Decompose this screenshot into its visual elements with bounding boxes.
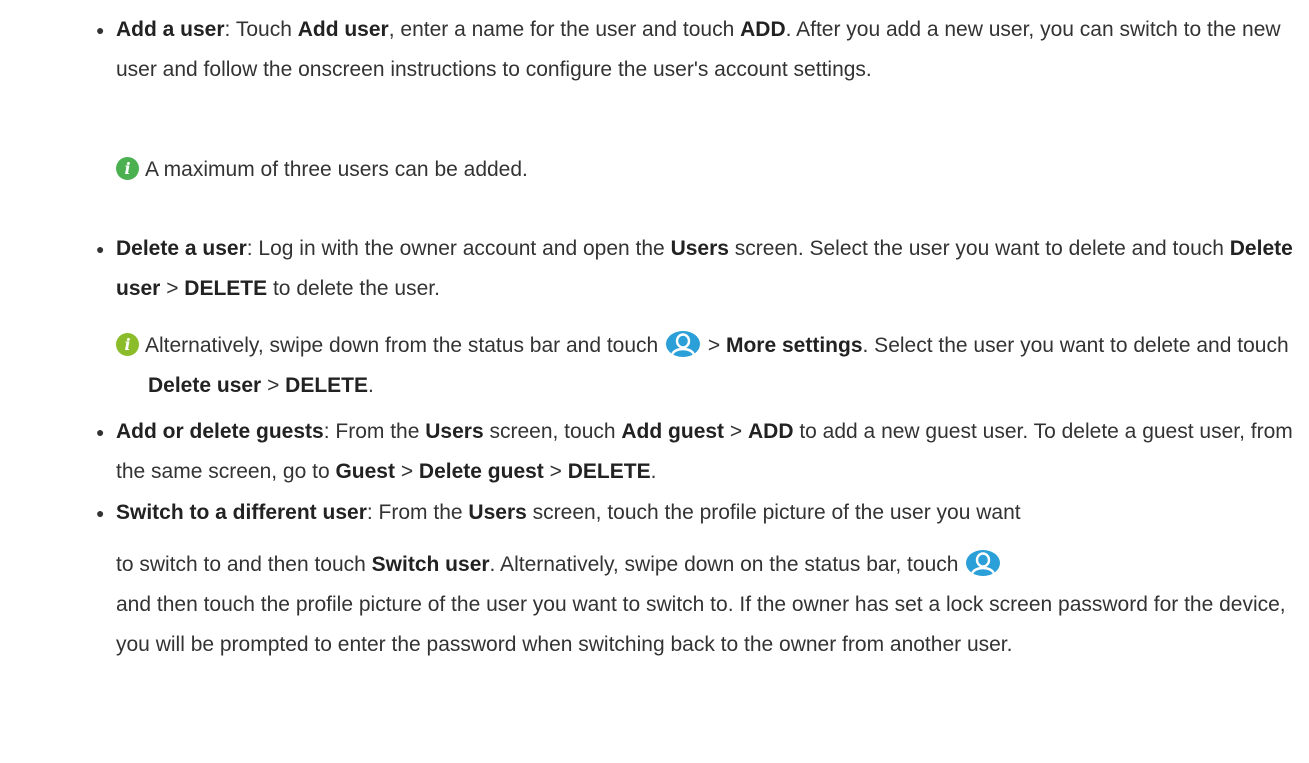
switch-user-line-1: Switch to a different user: From the Use… — [116, 501, 1021, 524]
user-profile-icon — [666, 331, 701, 357]
add-user-paragraph: Add a user: Touch Add user, enter a name… — [116, 18, 1281, 81]
list-item-switch-user: ● Switch to a different user: From the U… — [96, 493, 1301, 533]
guests-title: Add or delete guests — [116, 420, 324, 443]
bullet: ● — [96, 505, 105, 521]
info-icon: i — [116, 333, 139, 356]
delete-user-paragraph: Delete a user: Log in with the owner acc… — [116, 237, 1293, 300]
help-page: ● Add a user: Touch Add user, enter a na… — [0, 0, 1309, 763]
switch-user-line-2: to switch to and then touch Switch user.… — [116, 545, 1301, 585]
switch-user-title: Switch to a different user — [116, 501, 367, 524]
switch-user-continuation: to switch to and then touch Switch user.… — [116, 545, 1301, 665]
bullet: ● — [96, 424, 105, 440]
note-alternative-delete: i Alternatively, swipe down from the stat… — [116, 326, 1301, 366]
info-icon: i — [116, 157, 139, 180]
add-label: ADD — [740, 18, 786, 41]
add-user-title: Add a user — [116, 18, 225, 41]
add-user-label: Add user — [297, 18, 389, 41]
delete-user-title: Delete a user — [116, 237, 247, 260]
list-item-add-user: ● Add a user: Touch Add user, enter a na… — [96, 10, 1301, 90]
bullet: ● — [96, 22, 105, 38]
list-item-delete-user: ● Delete a user: Log in with the owner a… — [96, 229, 1301, 309]
switch-user-line-3: and then touch the profile picture of th… — [116, 593, 1286, 656]
note-text: A maximum of three users can be added. — [145, 158, 528, 181]
user-profile-icon — [966, 550, 1001, 576]
guests-paragraph: Add or delete guests: From the Users scr… — [116, 420, 1293, 483]
note-alternative-delete-cont: Delete user > DELETE. — [148, 374, 374, 397]
list-item-guests: ● Add or delete guests: From the Users s… — [96, 412, 1301, 492]
note-max-users: i A maximum of three users can be added. — [116, 150, 1301, 190]
bullet: ● — [96, 241, 105, 257]
